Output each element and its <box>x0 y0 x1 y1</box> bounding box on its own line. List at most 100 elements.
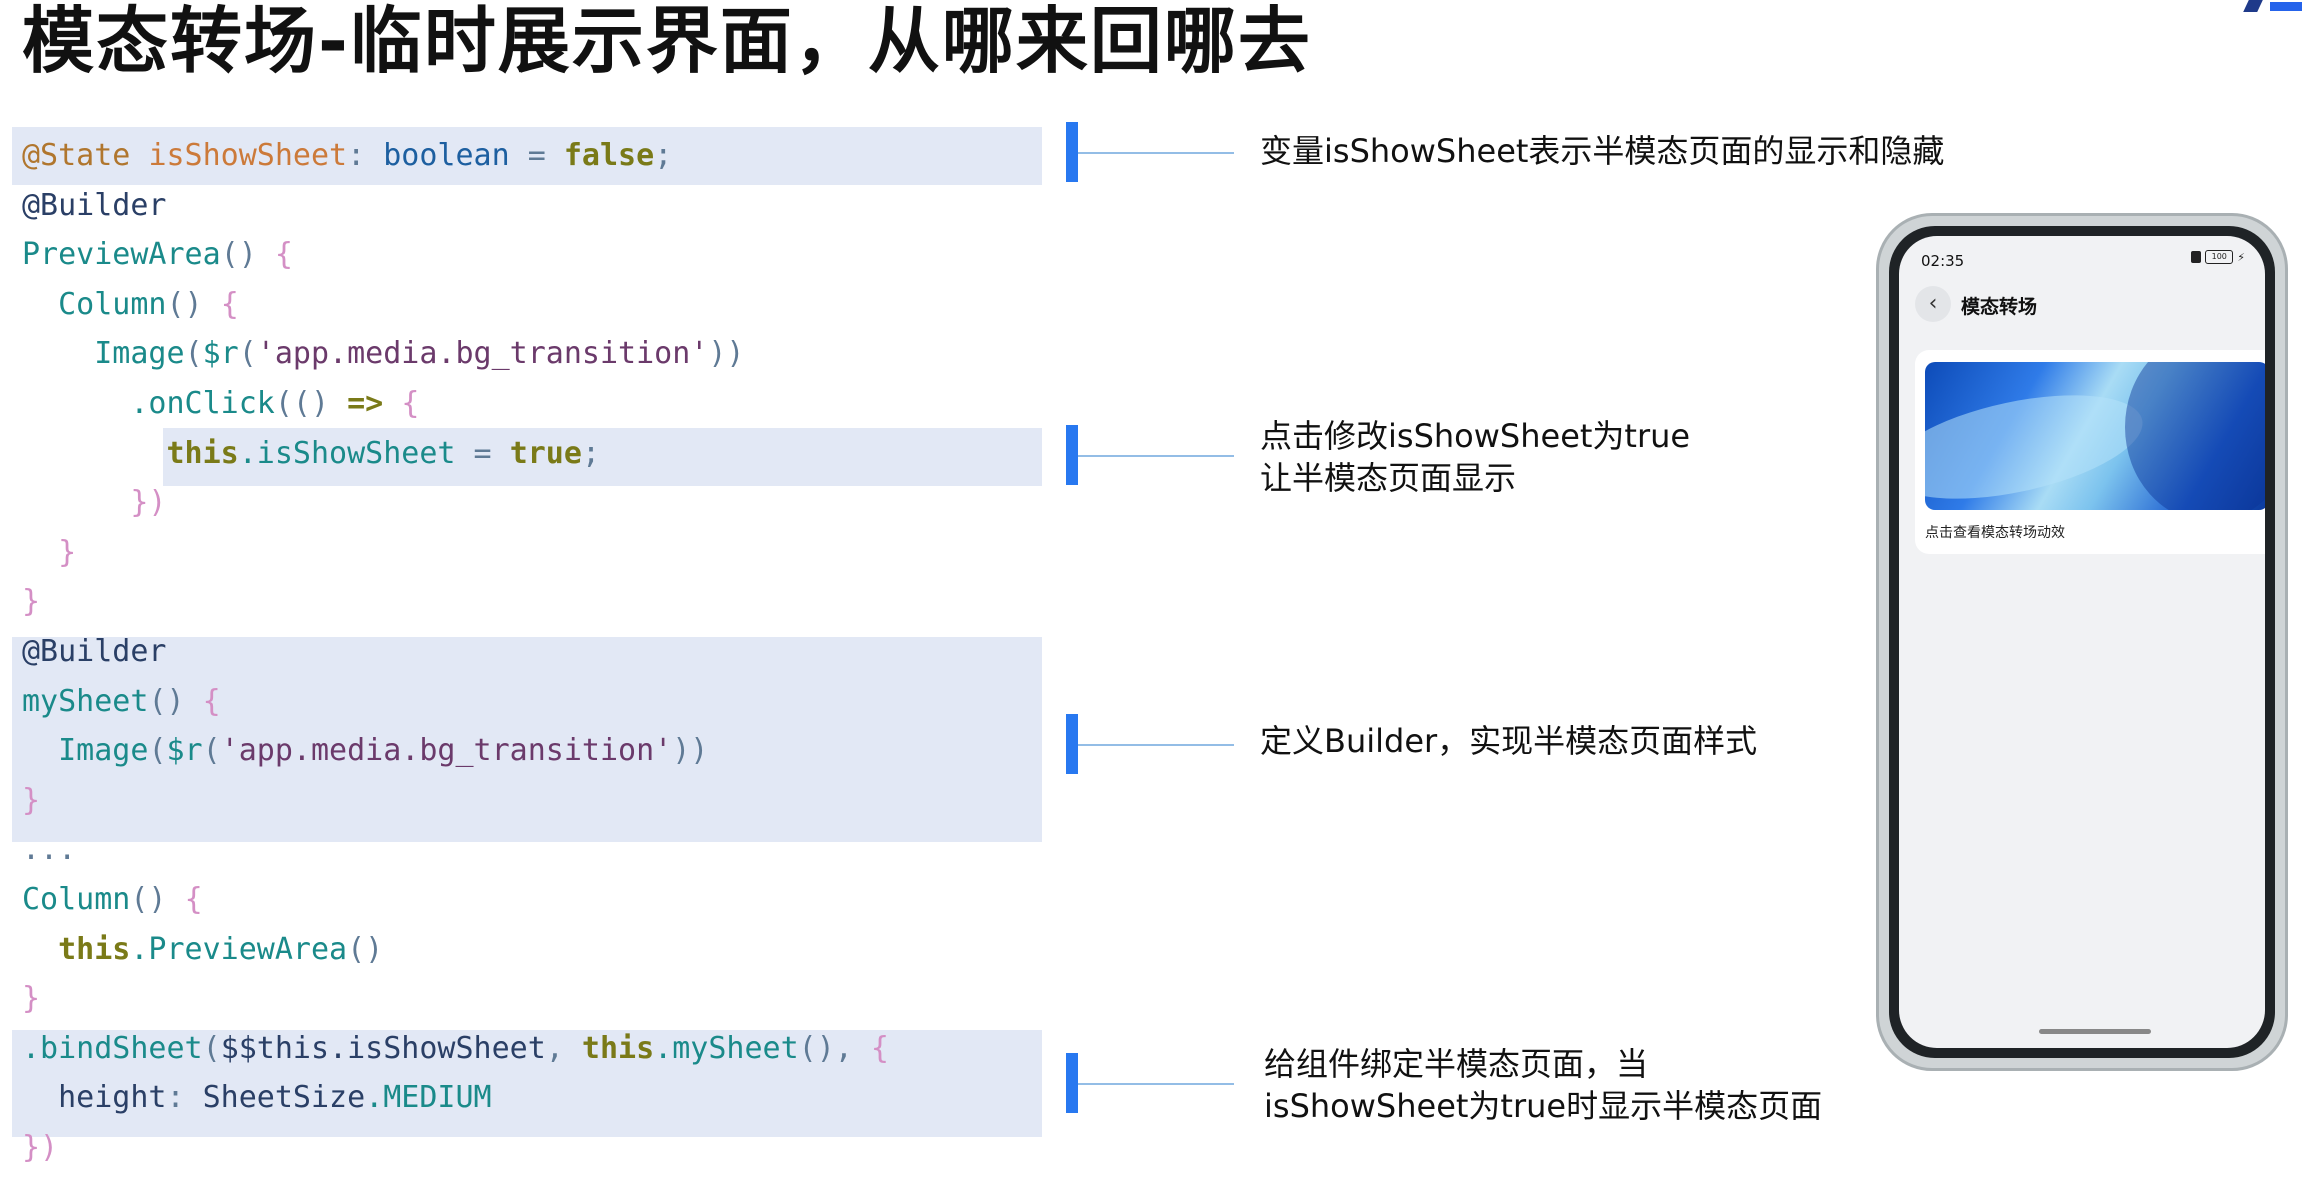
code-token: SheetSize <box>202 1080 366 1116</box>
code-token: } <box>22 981 41 1017</box>
annotation-note-1: 变量isShowSheet表示半模态页面的显示和隐藏 <box>1260 130 1944 172</box>
code-token: .isShowSheet <box>238 435 456 471</box>
code-token: => <box>347 386 384 421</box>
code-token: ( <box>148 733 167 769</box>
status-time: 02:35 <box>1921 252 1965 270</box>
annotation-connector-2 <box>1078 455 1234 457</box>
code-token: ( <box>238 336 257 372</box>
annotation-connector-1 <box>1078 152 1234 154</box>
sim-icon <box>2191 251 2202 263</box>
code-line: @Builder <box>22 627 167 677</box>
code-token: }) <box>22 1130 59 1165</box>
code-token: } <box>22 584 41 620</box>
code-token: } <box>22 782 41 818</box>
code-token: boolean <box>383 138 510 173</box>
preview-card[interactable]: 点击查看模态转场动效 <box>1915 350 2265 554</box>
code-line: PreviewArea() { <box>22 230 293 280</box>
slide-title: 模态转场-临时展示界面，从哪来回哪去 <box>22 0 1312 83</box>
code-line: this.PreviewArea() <box>22 925 383 975</box>
code-token: )) <box>672 733 709 769</box>
charging-icon: ⚡ <box>2237 250 2245 264</box>
code-token: $r <box>202 336 239 372</box>
code-token: height <box>58 1080 167 1116</box>
code-token: = <box>509 138 564 173</box>
code-line: Column() { <box>22 280 239 330</box>
code-line: } <box>22 577 40 627</box>
code-token: this <box>581 1030 655 1066</box>
card-caption: 点击查看模态转场动效 <box>1925 525 2065 541</box>
preview-image[interactable] <box>1925 362 2265 510</box>
code-line: }) <box>22 1123 58 1173</box>
code-line: height: SheetSize.MEDIUM <box>22 1073 492 1123</box>
code-token: 'app.media.bg_transition' <box>220 733 673 769</box>
code-token: } <box>58 534 77 570</box>
annotation-note-4: 给组件绑定半模态页面，当 isShowSheet为true时显示半模态页面 <box>1264 1043 1822 1127</box>
home-indicator <box>2039 1029 2151 1034</box>
code-token: () <box>347 931 384 967</box>
annotation-marker-4 <box>1066 1053 1078 1113</box>
phone-mockup: 02:35 100 ⚡ ‹ 模态转场 点击查看模态转场动效 <box>1876 213 2288 1071</box>
code-token: { <box>202 683 221 719</box>
code-token: ( <box>202 733 221 769</box>
code-token: }) <box>130 485 167 521</box>
code-token: ... <box>22 832 77 868</box>
code-token: mySheet <box>22 683 149 719</box>
chevron-left-icon: ‹ <box>1928 291 1938 316</box>
code-line: @Builder <box>22 181 167 231</box>
code-token: .MEDIUM <box>365 1080 492 1116</box>
code-line: ... <box>22 825 76 875</box>
code-token: { <box>220 286 239 322</box>
code-token: : <box>347 138 384 173</box>
code-token: ; <box>654 138 673 173</box>
code-line: .bindSheet($$this.isShowSheet, this.mySh… <box>22 1024 889 1074</box>
code-token: true <box>509 435 582 471</box>
annotation-note-line: isShowSheet为true时显示半模态页面 <box>1264 1087 1823 1125</box>
annotation-connector-4 <box>1078 1083 1234 1085</box>
code-line: @State isShowSheet: boolean = false; <box>22 131 672 181</box>
code-token: this <box>58 931 131 967</box>
annotation-marker-2 <box>1066 425 1078 485</box>
code-token: .onClick <box>130 386 275 421</box>
back-button[interactable]: ‹ <box>1915 286 1951 322</box>
phone-screen: 02:35 100 ⚡ ‹ 模态转场 点击查看模态转场动效 <box>1899 236 2265 1048</box>
code-token: Column <box>22 882 131 917</box>
code-line: .onClick(() => { <box>22 379 419 429</box>
code-line: Column() { <box>22 875 203 925</box>
code-token: { <box>184 882 203 917</box>
code-token: : <box>166 1080 203 1116</box>
annotation-marker-1 <box>1066 122 1078 182</box>
code-token: Image <box>94 336 185 372</box>
annotation-note-line: 变量isShowSheet表示半模态页面的显示和隐藏 <box>1260 132 1945 170</box>
code-token: () <box>148 683 203 719</box>
code-token: .mySheet <box>654 1030 799 1066</box>
phone-bezel: 02:35 100 ⚡ ‹ 模态转场 点击查看模态转场动效 <box>1889 226 2275 1058</box>
code-line: Image($r('app.media.bg_transition')) <box>22 726 708 776</box>
code-line: mySheet() { <box>22 677 221 727</box>
code-line: }) <box>22 478 167 528</box>
code-line: } <box>22 974 40 1024</box>
code-token: ( <box>184 336 203 372</box>
code-token: { <box>274 237 293 273</box>
code-token: { <box>870 1030 889 1066</box>
code-token: (), <box>798 1030 871 1066</box>
code-line: } <box>22 528 76 578</box>
code-token: Image <box>58 733 149 769</box>
code-token: @Builder <box>22 187 167 223</box>
code-token: @Builder <box>22 634 167 669</box>
battery-icon: 100 <box>2205 250 2234 264</box>
corner-logo-mark <box>2232 0 2302 14</box>
code-token: Column <box>58 286 167 322</box>
nav-title: 模态转场 <box>1961 296 2038 318</box>
code-token: this <box>166 435 239 471</box>
status-icons: 100 ⚡ <box>2191 250 2245 264</box>
code-token: ; <box>581 435 600 471</box>
annotation-note-3: 定义Builder，实现半模态页面样式 <box>1260 720 1757 762</box>
code-token: .bindSheet <box>22 1030 203 1066</box>
